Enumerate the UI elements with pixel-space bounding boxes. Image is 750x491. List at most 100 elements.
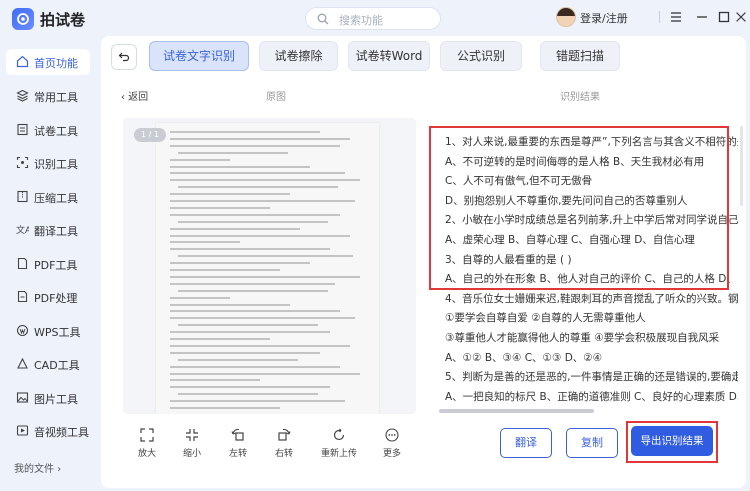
more-button[interactable]: 更多 (370, 428, 414, 464)
paper-text-line (170, 351, 320, 354)
highlight-box (429, 126, 729, 290)
sidebar-item-label: 首页功能 (34, 57, 78, 70)
sidebar-item-recognize[interactable]: 识别工具 (6, 150, 90, 176)
zoom-out-button[interactable]: 缩小 (170, 428, 214, 464)
paper-text-line (170, 303, 290, 306)
export-result-button[interactable]: 导出识别结果 (631, 426, 713, 456)
tool-label: 左转 (228, 449, 247, 459)
tab-exam-erase[interactable]: 试卷擦除 (259, 41, 338, 71)
paper-text-line (170, 193, 290, 196)
paper-text-line (170, 317, 355, 320)
paper-text-line (170, 165, 310, 168)
layers-icon (16, 89, 29, 102)
back-link[interactable]: ‹ 返回 (121, 88, 148, 103)
paper-text-line (178, 255, 353, 258)
tab-exam-text-recognition[interactable]: 试卷文字识别 (149, 41, 249, 71)
app-title: 拍试卷 (40, 11, 86, 29)
maximize-icon[interactable] (716, 9, 732, 25)
paper-text-line (170, 227, 300, 230)
title-bar: 拍试卷 搜索功能 登录/注册 (0, 0, 750, 36)
paper-text-line (170, 248, 330, 251)
sidebar-item-cad[interactable]: CAD工具 (6, 351, 90, 377)
sidebar-item-home[interactable]: 首页功能 (6, 49, 90, 75)
sidebar-item-common[interactable]: 常用工具 (6, 83, 90, 109)
sidebar-item-label: 音视频工具 (34, 426, 89, 439)
original-label: 原图 (266, 92, 286, 103)
tab-exam-to-word[interactable]: 试卷转Word (348, 41, 430, 71)
avatar[interactable] (556, 7, 576, 27)
app-logo (12, 8, 34, 30)
tab-wrong-question-scan[interactable]: 错题扫描 (540, 41, 620, 71)
result-line: A、一把良知的标尺 B、正确的道德准则 C、良好的心理素质 D、坚定 (445, 390, 738, 403)
sidebar-item-label: 常用工具 (34, 91, 78, 104)
copy-button[interactable]: 复制 (566, 428, 618, 458)
document-icon (17, 123, 28, 136)
sidebar-item-video[interactable]: 音视频工具 (6, 418, 90, 444)
wps-icon (16, 324, 29, 337)
sidebar-item-label: PDF工具 (34, 259, 78, 272)
paper-text-line (170, 365, 340, 368)
paper-text-line (170, 282, 335, 285)
sidebar-item-wps[interactable]: WPS工具 (6, 318, 90, 344)
tab-formula-recognition[interactable]: 公式识别 (440, 41, 522, 71)
sidebar-item-label: PDF处理 (34, 292, 78, 305)
sub-header: ‹ 返回 原图 识别结果 (113, 84, 733, 106)
sidebar-item-pdf-process[interactable]: PDF处理 (6, 284, 90, 310)
horizontal-scrollbar[interactable] (439, 409, 594, 413)
paper-text-line (170, 379, 260, 382)
sidebar-item-label: CAD工具 (34, 359, 80, 372)
original-image-pane[interactable]: 1 / 1 (123, 118, 416, 414)
result-label: 识别结果 (560, 92, 600, 103)
tool-label: 右转 (274, 449, 293, 459)
minimize-icon[interactable] (694, 9, 710, 25)
sidebar-item-exam[interactable]: 试卷工具 (6, 117, 90, 143)
paper-text-line (170, 172, 345, 175)
my-files-link[interactable]: 我的文件 › (14, 460, 61, 475)
sidebar-item-image[interactable]: 图片工具 (6, 385, 90, 411)
undo-button[interactable] (111, 44, 137, 70)
result-line: 5、判断为是善的还是恶的,一件事情是正确的还是错误的,要确走自己 (445, 371, 738, 384)
search-placeholder: 搜索功能 (339, 14, 383, 27)
login-link[interactable]: 登录/注册 (580, 10, 628, 26)
cad-icon (17, 357, 28, 369)
paper-text-line (170, 344, 350, 347)
paper-text-line (170, 386, 330, 389)
menu-icon[interactable] (668, 9, 684, 25)
sidebar-item-label: 压缩工具 (34, 192, 78, 205)
paper-text-line (170, 400, 345, 403)
video-icon (16, 425, 29, 436)
paper-text-line (178, 358, 298, 361)
search-icon (317, 13, 329, 25)
image-icon (16, 392, 29, 403)
sidebar-item-translate[interactable]: 文A 翻译工具 (6, 217, 90, 243)
rotate-left-icon (231, 428, 244, 441)
sidebar-item-label: WPS工具 (34, 326, 81, 339)
search-input[interactable]: 搜索功能 (305, 7, 441, 30)
reupload-button[interactable]: 重新上传 (316, 428, 362, 464)
zoom-in-button[interactable]: 放大 (125, 428, 169, 464)
paper-text-line (178, 186, 338, 189)
paper-text-line (178, 151, 288, 154)
zoom-out-icon (186, 429, 198, 441)
close-icon[interactable] (734, 9, 748, 25)
paper-text-line (170, 206, 270, 209)
sidebar-item-pdf[interactable]: PDF工具 (6, 251, 90, 277)
rotate-right-button[interactable]: 右转 (262, 428, 306, 464)
rotate-left-button[interactable]: 左转 (216, 428, 260, 464)
result-line: ③尊重他人才能赢得他人的尊重 ④要学会积极展现自我风采 (445, 332, 720, 344)
paper-text-line (170, 179, 360, 182)
sidebar-item-compress[interactable]: 压缩工具 (6, 184, 90, 210)
result-line: ①要学会自尊自爱 ②自尊的人无需尊重他人 (445, 312, 646, 325)
reupload-icon (333, 428, 345, 441)
scan-icon (16, 156, 29, 169)
sidebar-item-label: 试卷工具 (34, 125, 78, 138)
zoom-in-icon (140, 428, 154, 442)
paper-text-line (178, 220, 328, 223)
paper-text-line (170, 331, 330, 334)
tool-label: 重新上传 (320, 449, 357, 459)
undo-icon (118, 52, 130, 62)
page-indicator: 1 / 1 (134, 128, 166, 142)
rotate-right-icon (278, 428, 291, 441)
translate-button[interactable]: 翻译 (500, 428, 552, 458)
vertical-scrollbar[interactable] (740, 126, 743, 206)
